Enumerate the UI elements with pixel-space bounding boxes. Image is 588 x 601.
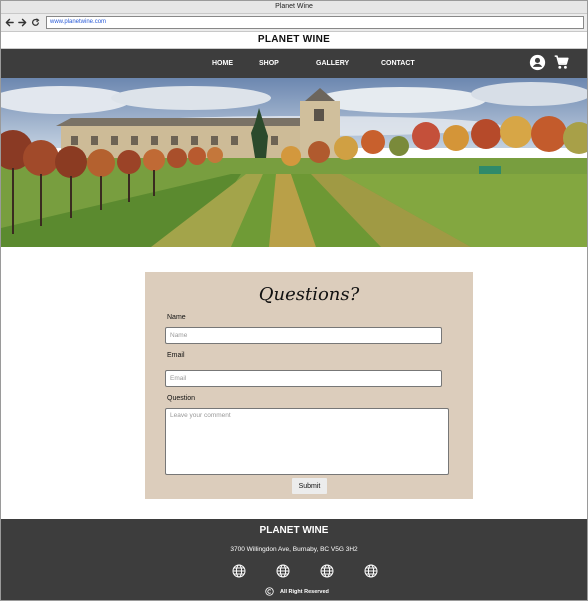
email-label: Email bbox=[167, 352, 185, 359]
name-input[interactable] bbox=[165, 327, 442, 344]
url-field[interactable]: www.planetwine.com bbox=[46, 16, 584, 29]
arrow-left-icon bbox=[5, 18, 14, 27]
question-label: Question bbox=[167, 395, 196, 402]
hero-image bbox=[1, 78, 587, 247]
email-input[interactable] bbox=[165, 370, 442, 387]
footer: PLANET WINE 3700 Willingdon Ave, Burnaby… bbox=[1, 519, 587, 600]
cart-icon[interactable] bbox=[553, 54, 570, 76]
nav-shop[interactable]: SHOP bbox=[259, 49, 279, 78]
nav-gallery[interactable]: GALLERY bbox=[316, 49, 349, 78]
form-title: Questions? bbox=[258, 284, 360, 305]
question-textarea[interactable] bbox=[165, 408, 449, 475]
account-icon[interactable] bbox=[529, 54, 546, 76]
window-title: Planet Wine bbox=[1, 1, 587, 14]
forward-button[interactable] bbox=[17, 18, 27, 28]
nav-home[interactable]: HOME bbox=[212, 49, 233, 78]
nav-contact[interactable]: CONTACT bbox=[381, 49, 415, 78]
contact-form: Questions? Name Email Question Submit bbox=[145, 272, 473, 499]
arrow-right-icon bbox=[17, 18, 26, 27]
footer-address: 3700 Willingdon Ave, Burnaby, BC V5G 3H2 bbox=[230, 546, 358, 553]
globe-icon[interactable] bbox=[232, 564, 246, 583]
copyright-text: All Right Reserved bbox=[280, 588, 329, 595]
footer-brand: PLANET WINE bbox=[259, 525, 329, 536]
globe-icon[interactable] bbox=[276, 564, 290, 583]
back-button[interactable] bbox=[4, 18, 14, 28]
top-nav: HOME SHOP GALLERY CONTACT bbox=[1, 49, 587, 78]
copyright: All Right Reserved bbox=[265, 587, 329, 596]
submit-button[interactable]: Submit bbox=[292, 478, 327, 494]
name-label: Name bbox=[167, 314, 186, 321]
reload-icon bbox=[31, 18, 39, 26]
browser-window: Planet Wine www.planetwine.com PLANET WI… bbox=[0, 0, 588, 601]
globe-icon[interactable] bbox=[364, 564, 378, 583]
site-brand: PLANET WINE bbox=[1, 32, 587, 49]
copyright-icon bbox=[265, 587, 274, 596]
globe-icon[interactable] bbox=[320, 564, 334, 583]
address-bar: www.planetwine.com bbox=[1, 14, 587, 32]
reload-button[interactable] bbox=[30, 18, 40, 28]
